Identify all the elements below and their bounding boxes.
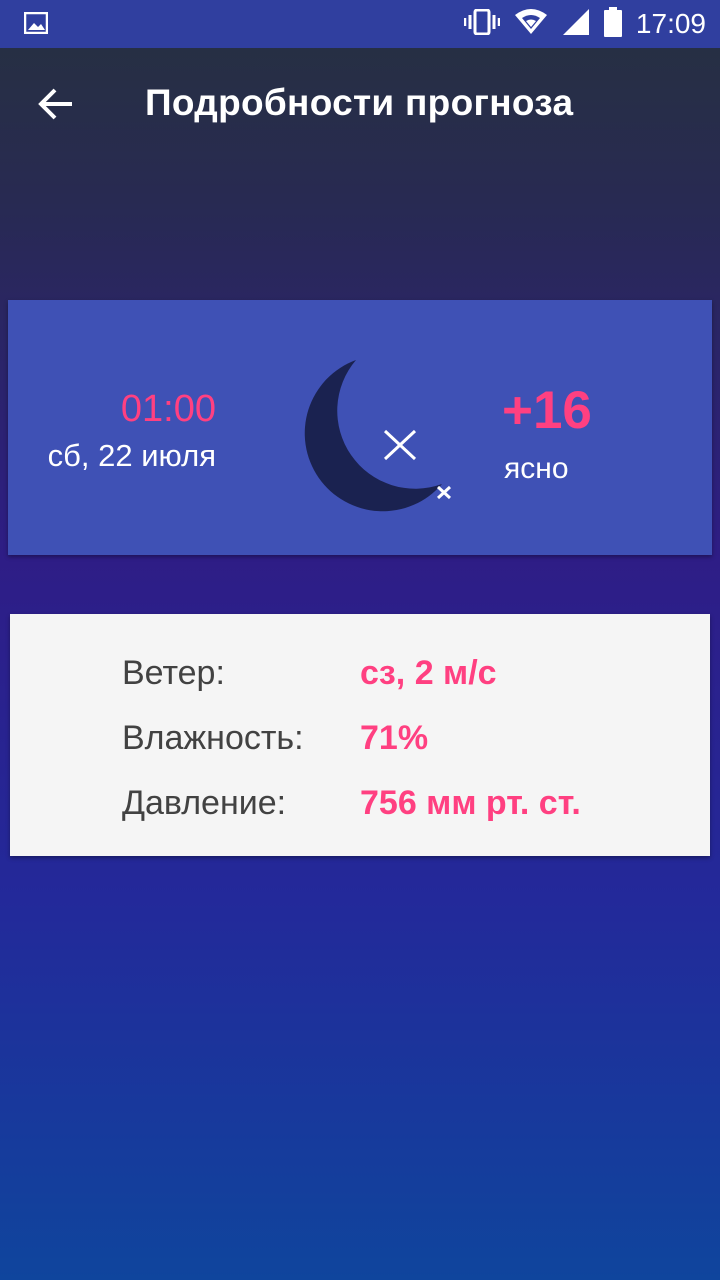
clock: 17:09 <box>635 8 706 39</box>
wind-label: Ветер: <box>122 653 225 692</box>
page-title: Подробности прогноза <box>145 82 574 123</box>
weather-condition: ясно <box>504 452 569 485</box>
forecast-card: 01:00 сб, 22 июля +16 ясно <box>8 300 712 555</box>
back-button[interactable] <box>24 78 88 134</box>
forecast-time: 01:00 <box>120 388 216 430</box>
status-bar: 17:09 <box>0 0 720 48</box>
battery-icon <box>603 6 622 42</box>
pressure-value: 756 мм рт. ст. <box>360 783 581 822</box>
image-icon <box>23 11 49 35</box>
pressure-label: Давление: <box>122 783 287 822</box>
humidity-value: 71% <box>360 718 429 757</box>
humidity-label: Влажность: <box>122 718 304 757</box>
forecast-date: сб, 22 июля <box>47 438 216 473</box>
arrow-left-icon <box>38 87 74 126</box>
wind-row: Ветер: сз, 2 м/с <box>122 648 497 698</box>
vibrate-icon <box>463 8 501 40</box>
wifi-icon <box>514 8 548 40</box>
details-card: Ветер: сз, 2 м/с Влажность: 71% Давление… <box>10 614 710 856</box>
humidity-row: Влажность: 71% <box>122 713 428 763</box>
toolbar: Подробности прогноза <box>0 48 720 160</box>
signal-icon <box>562 8 590 41</box>
pressure-row: Давление: 756 мм рт. ст. <box>122 778 581 828</box>
moon-stars-icon <box>284 352 454 522</box>
temperature: +16 <box>502 381 592 440</box>
wind-value: сз, 2 м/с <box>360 653 497 692</box>
